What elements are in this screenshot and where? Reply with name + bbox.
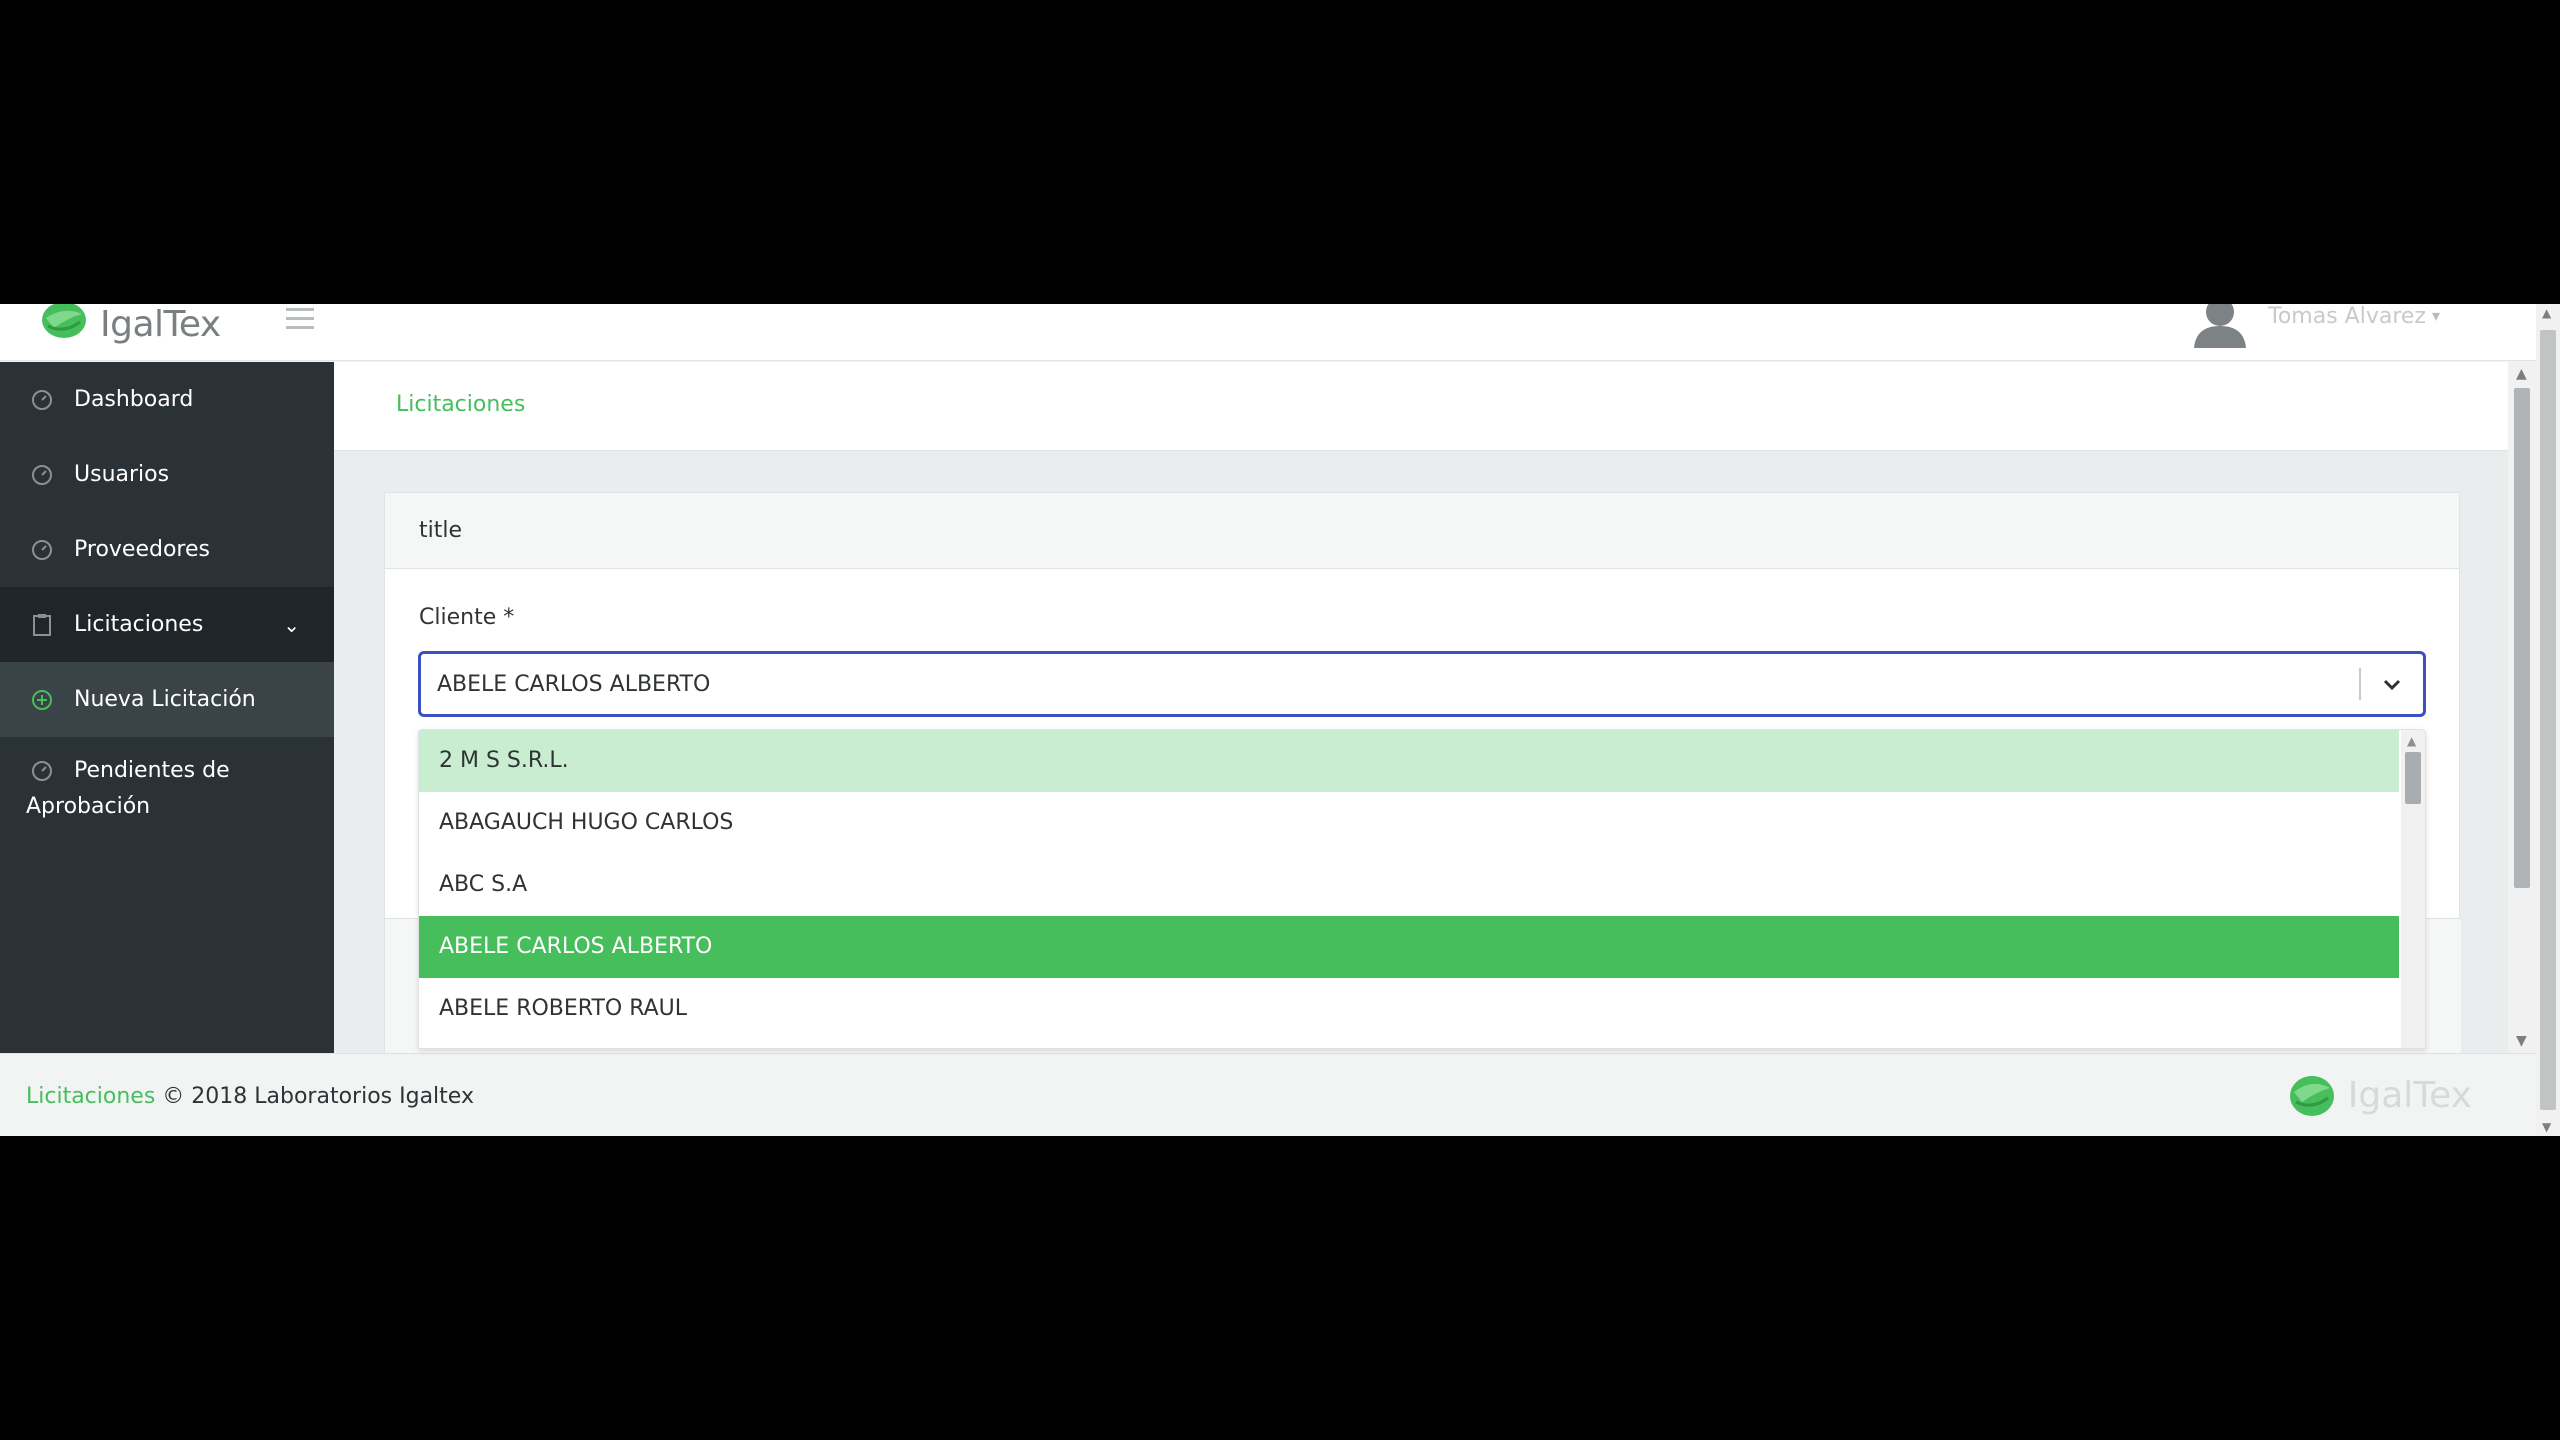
dashboard-icon	[32, 389, 52, 410]
scrollbar-thumb[interactable]	[2405, 752, 2421, 804]
footer: Licitaciones © 2018 Laboratorios Igaltex…	[0, 1053, 2536, 1136]
content-scrollbar[interactable]: ▲ ▼	[2508, 362, 2536, 1053]
chevron-down-icon: ⌄	[283, 613, 300, 637]
caret-down-icon: ▾	[2431, 306, 2440, 325]
sidebar-item-label: Dashboard	[74, 387, 194, 412]
app-logo[interactable]: IgalTex	[40, 304, 221, 345]
sidebar-item-pendientes[interactable]: Pendientes de Aprobación	[0, 737, 334, 845]
window-scrollbar[interactable]: ▲ ▼	[2536, 304, 2560, 1136]
user-avatar-icon	[2194, 304, 2247, 348]
select-separator	[2359, 668, 2361, 700]
sidebar-item-licitaciones[interactable]: Licitaciones ⌄	[0, 587, 334, 662]
scrollbar-thumb[interactable]	[2514, 388, 2530, 888]
sidebar-item-proveedores[interactable]: Proveedores	[0, 512, 334, 587]
footer-copyright: © 2018 Laboratorios Igaltex	[162, 1084, 474, 1109]
top-bar: IgalTex Tomas Alvarez ▾	[0, 304, 2536, 361]
dashboard-icon	[32, 464, 52, 485]
footer-logo-wordmark: IgalTex	[2347, 1074, 2472, 1116]
footer-text: Licitaciones © 2018 Laboratorios Igaltex	[26, 1084, 474, 1109]
scroll-up-icon[interactable]: ▲	[2407, 734, 2416, 748]
leaf-logo-icon	[42, 304, 86, 338]
scroll-up-icon[interactable]: ▲	[2516, 366, 2527, 382]
option-item[interactable]: ABELE ROBERTO RAUL	[419, 978, 2399, 1040]
card-title: title	[385, 493, 2459, 569]
sidebar-item-label: Proveedores	[74, 537, 210, 562]
option-item-selected[interactable]: ABELE CARLOS ALBERTO	[419, 916, 2399, 978]
plus-circle-icon	[32, 689, 52, 710]
sidebar-item-label: Licitaciones	[74, 612, 204, 637]
cliente-options-list: 2 M S S.R.L. ABAGAUCH HUGO CARLOS ABC S.…	[418, 729, 2426, 1049]
option-item[interactable]: 2 M S S.R.L.	[419, 730, 2399, 792]
sidebar-item-dashboard[interactable]: Dashboard	[0, 362, 334, 437]
cliente-label: Cliente *	[419, 605, 515, 630]
footer-logo: IgalTex	[2288, 1072, 2472, 1118]
sidebar-item-label: Usuarios	[74, 462, 170, 487]
scroll-up-icon[interactable]: ▲	[2542, 306, 2551, 320]
dropdown-scrollbar[interactable]: ▲	[2401, 730, 2425, 1048]
user-menu[interactable]: Tomas Alvarez ▾	[2192, 304, 2440, 348]
menu-toggle-icon[interactable]	[286, 308, 314, 332]
sidebar-item-nueva-licitacion[interactable]: Nueva Licitación	[0, 662, 334, 737]
sidebar: Dashboard Usuarios Proveedores Licitacio…	[0, 362, 334, 1053]
chevron-down-icon[interactable]	[2377, 670, 2407, 700]
cliente-select-value: ABELE CARLOS ALBERTO	[437, 672, 711, 697]
option-item[interactable]: ABC S.A	[419, 854, 2399, 916]
sidebar-item-usuarios[interactable]: Usuarios	[0, 437, 334, 512]
option-item[interactable]: ABAGAUCH HUGO CARLOS	[419, 792, 2399, 854]
dashboard-icon	[32, 539, 52, 560]
scroll-down-icon[interactable]: ▼	[2516, 1033, 2527, 1049]
logo-wordmark: IgalTex	[100, 304, 221, 345]
breadcrumb: Licitaciones	[334, 362, 2508, 451]
footer-link[interactable]: Licitaciones	[26, 1084, 155, 1109]
clipboard-icon	[33, 613, 51, 636]
sidebar-item-label: Nueva Licitación	[74, 687, 256, 712]
sidebar-item-label: Pendientes de Aprobación	[26, 758, 230, 819]
breadcrumb-link[interactable]: Licitaciones	[396, 392, 525, 417]
leaf-logo-icon	[2289, 1076, 2334, 1116]
cliente-select[interactable]: ABELE CARLOS ALBERTO	[418, 651, 2426, 717]
scrollbar-thumb[interactable]	[2540, 330, 2556, 1110]
user-name: Tomas Alvarez	[2268, 304, 2426, 329]
scroll-down-icon[interactable]: ▼	[2542, 1120, 2551, 1134]
